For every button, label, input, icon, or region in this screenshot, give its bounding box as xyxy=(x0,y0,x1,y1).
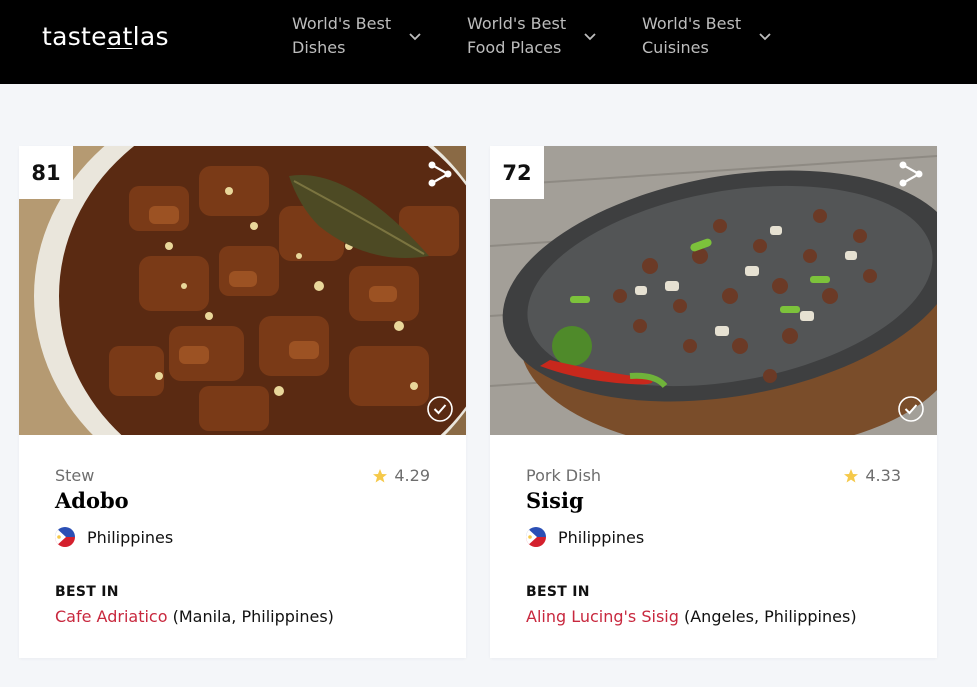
chevron-down-icon xyxy=(584,33,596,41)
rank-badge: 81 xyxy=(19,146,73,199)
chevron-down-icon xyxy=(409,33,421,41)
dish-country[interactable]: Philippines xyxy=(526,527,644,547)
dish-rating: 4.33 xyxy=(843,466,901,485)
logo-text-suffix: las xyxy=(132,22,169,51)
dish-type: Stew xyxy=(55,466,95,485)
best-in-place: Cafe Adriatico (Manila, Philippines) xyxy=(55,607,334,626)
best-in-place: Aling Lucing's Sisig (Angeles, Philippin… xyxy=(526,607,857,626)
chevron-down-icon xyxy=(759,33,771,41)
dish-country[interactable]: Philippines xyxy=(55,527,173,547)
logo-text-prefix: taste xyxy=(42,22,107,51)
country-name: Philippines xyxy=(87,527,174,547)
philippines-flag-icon xyxy=(526,527,546,547)
nav-worlds-best-cuisines[interactable]: World's Best Cuisines xyxy=(642,12,772,60)
rating-value: 4.29 xyxy=(394,466,430,485)
dish-photo-adobo[interactable]: 81 xyxy=(19,146,466,435)
check-circle-icon[interactable] xyxy=(897,395,925,423)
best-in-label: BEST IN xyxy=(526,584,590,600)
tasteatlas-logo[interactable]: tasteatlas xyxy=(42,22,169,51)
nav-worlds-best-dishes[interactable]: World's Best Dishes xyxy=(292,12,422,60)
adobo-photo-image xyxy=(19,146,466,435)
best-in-place-location: (Angeles, Philippines) xyxy=(683,607,857,626)
dish-card-adobo[interactable]: 81 Stew 4.29 Adobo Philippines BEST IN C… xyxy=(19,146,466,658)
country-name: Philippines xyxy=(558,527,645,547)
nav-label: World's Best Food Places xyxy=(467,14,567,57)
logo-text-mid: at xyxy=(106,22,133,51)
philippines-flag-icon xyxy=(55,527,75,547)
top-navigation-bar: tasteatlas World's Best Dishes World's B… xyxy=(0,0,977,84)
dish-card-sisig[interactable]: 72 Pork Dish 4.33 Sisig Philippines BEST… xyxy=(490,146,937,658)
check-circle-icon[interactable] xyxy=(426,395,454,423)
nav-worlds-best-food-places[interactable]: World's Best Food Places xyxy=(467,12,597,60)
share-icon[interactable] xyxy=(426,160,454,188)
rank-badge: 72 xyxy=(490,146,544,199)
share-icon[interactable] xyxy=(897,160,925,188)
star-icon xyxy=(844,468,859,482)
dish-photo-sisig[interactable]: 72 xyxy=(490,146,937,435)
dish-name[interactable]: Adobo xyxy=(55,488,129,513)
star-icon xyxy=(373,468,388,482)
rating-value: 4.33 xyxy=(865,466,901,485)
nav-label: World's Best Cuisines xyxy=(642,14,742,57)
best-in-place-link[interactable]: Cafe Adriatico xyxy=(55,607,168,626)
best-in-place-link[interactable]: Aling Lucing's Sisig xyxy=(526,607,679,626)
sisig-photo-image xyxy=(490,146,937,435)
dish-name[interactable]: Sisig xyxy=(526,488,584,513)
best-in-label: BEST IN xyxy=(55,584,119,600)
dish-type: Pork Dish xyxy=(526,466,602,485)
dish-rating: 4.29 xyxy=(372,466,430,485)
nav-label: World's Best Dishes xyxy=(292,14,392,57)
best-in-place-location: (Manila, Philippines) xyxy=(172,607,334,626)
